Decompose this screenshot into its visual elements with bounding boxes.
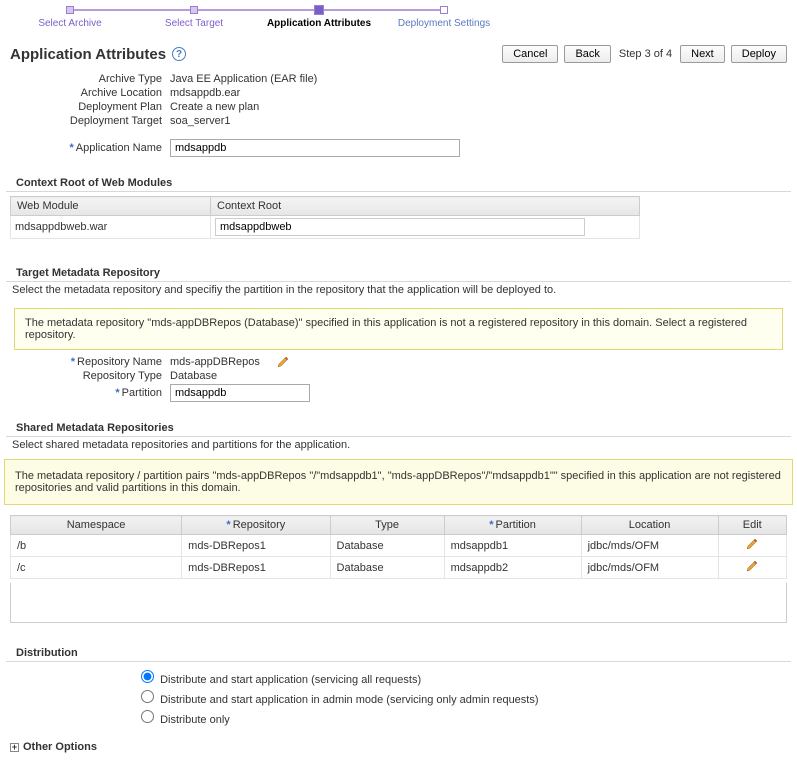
target-repo-desc: Select the metadata repository and speci… <box>0 282 797 302</box>
step-indicator: Step 3 of 4 <box>617 48 674 60</box>
repo-type-value: Database <box>170 370 787 382</box>
distribution-title: Distribution <box>6 637 791 662</box>
sh-namespace: Namespace <box>11 516 182 535</box>
repo-name-value: mds-appDBRepos <box>170 356 260 368</box>
sh-partition: *Partition <box>444 516 581 535</box>
shared-partition: mdsappdb1 <box>444 535 581 557</box>
shared-location: jdbc/mds/OFM <box>581 557 718 579</box>
edit-shared-row-icon[interactable] <box>746 538 758 550</box>
edit-shared-row-icon[interactable] <box>746 560 758 572</box>
application-name-label: *Application Name <box>10 142 170 154</box>
sh-type: Type <box>330 516 444 535</box>
shared-repos-warning: The metadata repository / partition pair… <box>4 459 793 505</box>
sh-location: Location <box>581 516 718 535</box>
wizard-train: Select Archive Select Target Application… <box>0 0 797 31</box>
dist-opt-all[interactable]: Distribute and start application (servic… <box>136 667 787 686</box>
shared-type: Database <box>330 535 444 557</box>
back-button[interactable]: Back <box>564 45 610 63</box>
partition-label: *Partition <box>10 387 170 399</box>
shared-partition: mdsappdb2 <box>444 557 581 579</box>
cancel-button[interactable]: Cancel <box>502 45 558 63</box>
edit-repo-name-icon[interactable] <box>277 356 289 368</box>
archive-location-label: Archive Location <box>10 87 170 99</box>
dist-radio-admin[interactable] <box>141 690 154 703</box>
dist-radio-only[interactable] <box>141 710 154 723</box>
shared-repos-desc: Select shared metadata repositories and … <box>0 437 797 457</box>
other-options-toggle[interactable]: + Other Options <box>0 737 797 757</box>
page-title: Application Attributes ? <box>10 46 186 63</box>
target-repo-warning: The metadata repository "mds-appDBRepos … <box>14 308 783 350</box>
archive-location-value: mdsappdb.ear <box>170 87 787 99</box>
partition-input[interactable] <box>170 384 310 402</box>
shared-repos-title: Shared Metadata Repositories <box>6 412 791 437</box>
ctx-root-input[interactable] <box>215 218 585 236</box>
wizard-step-attributes[interactable]: Application Attributes <box>256 4 382 29</box>
deploy-button[interactable]: Deploy <box>731 45 787 63</box>
wizard-step-target[interactable]: Select Target <box>132 4 256 29</box>
other-options-label: Other Options <box>23 741 97 753</box>
ctx-module: mdsappdbweb.war <box>11 216 211 239</box>
application-name-input[interactable] <box>170 139 460 157</box>
ctx-header-module: Web Module <box>11 197 211 216</box>
sh-edit: Edit <box>718 516 787 535</box>
wizard-step-archive[interactable]: Select Archive <box>8 4 132 29</box>
expand-icon[interactable]: + <box>10 743 19 752</box>
ctx-row: mdsappdbweb.war <box>11 216 640 239</box>
shared-row: /b mds-DBRepos1 Database mdsappdb1 jdbc/… <box>11 535 787 557</box>
context-root-title: Context Root of Web Modules <box>6 167 791 192</box>
sh-repository: *Repository <box>182 516 330 535</box>
deployment-plan-label: Deployment Plan <box>10 101 170 113</box>
shared-ns: /c <box>11 557 182 579</box>
archive-type-label: Archive Type <box>10 73 170 85</box>
next-button[interactable]: Next <box>680 45 725 63</box>
target-repo-title: Target Metadata Repository <box>6 257 791 282</box>
shared-type: Database <box>330 557 444 579</box>
deployment-plan-value: Create a new plan <box>170 101 787 113</box>
shared-ns: /b <box>11 535 182 557</box>
ctx-header-root: Context Root <box>211 197 640 216</box>
shared-table-footer <box>10 583 787 623</box>
shared-location: jdbc/mds/OFM <box>581 535 718 557</box>
shared-repo: mds-DBRepos1 <box>182 557 330 579</box>
deployment-target-value: soa_server1 <box>170 115 787 127</box>
help-icon[interactable]: ? <box>172 47 186 61</box>
dist-radio-all[interactable] <box>141 670 154 683</box>
repo-name-label: *Repository Name <box>10 356 170 368</box>
dist-opt-admin[interactable]: Distribute and start application in admi… <box>136 687 787 706</box>
dist-opt-only[interactable]: Distribute only <box>136 707 787 726</box>
shared-repo: mds-DBRepos1 <box>182 535 330 557</box>
shared-row: /c mds-DBRepos1 Database mdsappdb2 jdbc/… <box>11 557 787 579</box>
wizard-step-settings[interactable]: Deployment Settings <box>382 4 506 29</box>
repo-type-label: Repository Type <box>10 370 170 382</box>
archive-type-value: Java EE Application (EAR file) <box>170 73 787 85</box>
deployment-target-label: Deployment Target <box>10 115 170 127</box>
